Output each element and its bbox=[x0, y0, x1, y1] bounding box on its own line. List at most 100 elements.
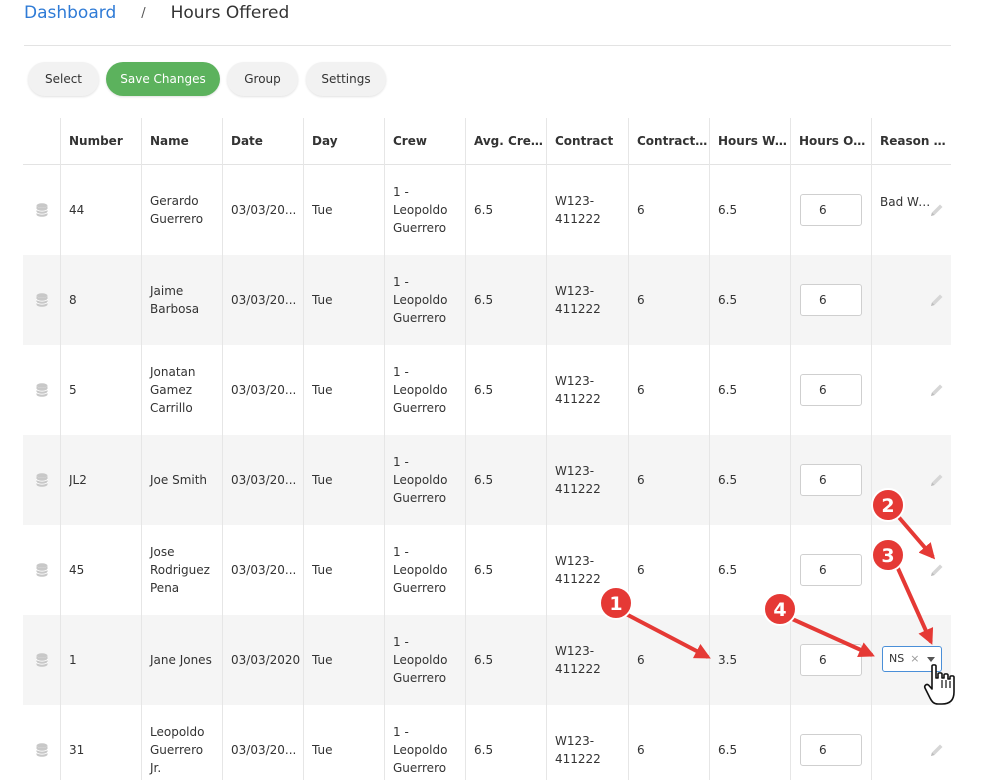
chevron-down-icon[interactable] bbox=[927, 657, 935, 662]
column-header-contract[interactable]: Contract bbox=[546, 118, 628, 165]
contract-2-cell: 6 bbox=[628, 435, 709, 525]
day-cell: Tue bbox=[303, 435, 384, 525]
hours-offered-input[interactable] bbox=[800, 644, 862, 676]
database-icon[interactable] bbox=[35, 383, 48, 397]
date-cell: 03/03/20... bbox=[222, 705, 303, 780]
reason-cell[interactable] bbox=[871, 705, 951, 780]
name-cell: Gerardo Guerrero bbox=[141, 165, 222, 255]
number-cell: 8 bbox=[60, 255, 141, 345]
contract-cell: W123-411222 bbox=[546, 255, 628, 345]
hours-offered-input[interactable] bbox=[800, 734, 862, 766]
date-text: 03/03/2020 bbox=[231, 653, 301, 667]
database-icon[interactable] bbox=[35, 743, 48, 757]
hours-worked-text: 6.5 bbox=[718, 473, 738, 487]
reason-cell[interactable] bbox=[871, 345, 951, 435]
day-cell: Tue bbox=[303, 255, 384, 345]
contract-2-cell: 6 bbox=[628, 165, 709, 255]
crew-cell: 1 - Leopoldo Guerrero bbox=[384, 615, 465, 705]
column-header-name[interactable]: Name bbox=[141, 118, 222, 165]
pencil-icon[interactable] bbox=[929, 742, 945, 758]
hours-worked-text: 6.5 bbox=[718, 563, 738, 577]
hours-offered-input[interactable] bbox=[800, 194, 862, 226]
table-row[interactable]: 8 Jaime Barbosa 03/03/20... Tue 1 - Leopoldo… bbox=[23, 255, 951, 345]
database-icon[interactable] bbox=[35, 653, 48, 667]
day-cell: Tue bbox=[303, 705, 384, 780]
database-icon[interactable] bbox=[35, 203, 48, 217]
contract-text: W123-411222 bbox=[555, 734, 601, 766]
pencil-icon[interactable] bbox=[929, 472, 945, 488]
table-row[interactable]: 31 Leopoldo Guerrero Jr. 03/03/20... Tue 1 -… bbox=[23, 705, 951, 780]
avg-crew-text: 6.5 bbox=[474, 743, 494, 757]
crew-text: 1 - Leopoldo Guerrero bbox=[393, 545, 448, 595]
column-header-contract-2[interactable]: Contract ... bbox=[628, 118, 709, 165]
table-row[interactable]: 45 Jose Rodriguez Pena 03/03/20... Tue 1 - L… bbox=[23, 525, 951, 615]
hours-offered-cell bbox=[790, 435, 871, 525]
hours-offered-cell bbox=[790, 165, 871, 255]
contract-cell: W123-411222 bbox=[546, 165, 628, 255]
reason-cell[interactable] bbox=[871, 435, 951, 525]
column-header-reason[interactable]: Reason C... bbox=[871, 118, 951, 165]
pencil-icon[interactable] bbox=[929, 382, 945, 398]
settings-button[interactable]: Settings bbox=[306, 62, 386, 96]
pencil-icon[interactable] bbox=[929, 292, 945, 308]
avg-crew-text: 6.5 bbox=[474, 383, 494, 397]
number-text: 5 bbox=[69, 383, 77, 397]
contract-2-cell: 6 bbox=[628, 705, 709, 780]
table-row[interactable]: 1 Jane Jones 03/03/2020 Tue 1 - Leopoldo Gue… bbox=[23, 615, 951, 705]
hours-offered-input[interactable] bbox=[800, 464, 862, 496]
contract-2-cell: 6 bbox=[628, 345, 709, 435]
contract-2-text: 6 bbox=[637, 473, 645, 487]
hours-offered-input[interactable] bbox=[800, 374, 862, 406]
breadcrumb-dashboard-link[interactable]: Dashboard bbox=[24, 3, 116, 23]
day-text: Tue bbox=[312, 383, 333, 397]
reason-cell[interactable] bbox=[871, 255, 951, 345]
row-handle-cell bbox=[23, 705, 60, 780]
avg-crew-cell: 6.5 bbox=[465, 705, 546, 780]
avg-crew-cell: 6.5 bbox=[465, 255, 546, 345]
column-header-avg-crew[interactable]: Avg. Crew... bbox=[465, 118, 546, 165]
reason-cell[interactable]: Bad Weathe bbox=[871, 165, 951, 255]
day-text: Tue bbox=[312, 563, 333, 577]
avg-crew-text: 6.5 bbox=[474, 203, 494, 217]
database-icon[interactable] bbox=[35, 473, 48, 487]
database-icon[interactable] bbox=[35, 293, 48, 307]
table-row[interactable]: 44 Gerardo Guerrero 03/03/20... Tue 1 - Leop… bbox=[23, 165, 951, 255]
column-header-day[interactable]: Day bbox=[303, 118, 384, 165]
name-cell: Joe Smith bbox=[141, 435, 222, 525]
pencil-icon[interactable] bbox=[929, 562, 945, 578]
database-icon[interactable] bbox=[35, 563, 48, 577]
reason-cell[interactable]: NS × bbox=[871, 615, 951, 705]
column-header-date[interactable]: Date bbox=[222, 118, 303, 165]
hours-offered-cell bbox=[790, 255, 871, 345]
crew-cell: 1 - Leopoldo Guerrero bbox=[384, 525, 465, 615]
contract-text: W123-411222 bbox=[555, 464, 601, 496]
hours-offered-input[interactable] bbox=[800, 554, 862, 586]
name-text: Leopoldo Guerrero Jr. bbox=[150, 725, 205, 775]
avg-crew-cell: 6.5 bbox=[465, 435, 546, 525]
date-text: 03/03/20... bbox=[231, 203, 297, 217]
day-cell: Tue bbox=[303, 615, 384, 705]
column-header-number[interactable]: Number bbox=[60, 118, 141, 165]
crew-cell: 1 - Leopoldo Guerrero bbox=[384, 255, 465, 345]
day-cell: Tue bbox=[303, 345, 384, 435]
column-header-crew[interactable]: Crew bbox=[384, 118, 465, 165]
hours-offered-input[interactable] bbox=[800, 284, 862, 316]
hours-worked-text: 6.5 bbox=[718, 293, 738, 307]
save-changes-button[interactable]: Save Changes bbox=[106, 62, 220, 96]
hours-offered-grid: Number Name Date Day Crew Avg. Crew... C… bbox=[23, 118, 951, 780]
reason-cell[interactable] bbox=[871, 525, 951, 615]
date-text: 03/03/20... bbox=[231, 473, 297, 487]
clear-icon[interactable]: × bbox=[910, 650, 919, 668]
column-header-hours-worked[interactable]: Hours Wo... bbox=[709, 118, 790, 165]
select-button[interactable]: Select bbox=[28, 62, 99, 96]
date-cell: 03/03/20... bbox=[222, 255, 303, 345]
table-row[interactable]: 5 Jonatan Gamez Carrillo 03/03/20... Tue 1 -… bbox=[23, 345, 951, 435]
contract-cell: W123-411222 bbox=[546, 525, 628, 615]
table-row[interactable]: JL2 Joe Smith 03/03/20... Tue 1 - Leopoldo G… bbox=[23, 435, 951, 525]
day-cell: Tue bbox=[303, 525, 384, 615]
group-button[interactable]: Group bbox=[227, 62, 298, 96]
date-text: 03/03/20... bbox=[231, 293, 297, 307]
column-header-hours-offered[interactable]: Hours Off... bbox=[790, 118, 871, 165]
reason-code-select[interactable]: NS × bbox=[882, 646, 942, 672]
pencil-icon[interactable] bbox=[929, 202, 945, 218]
